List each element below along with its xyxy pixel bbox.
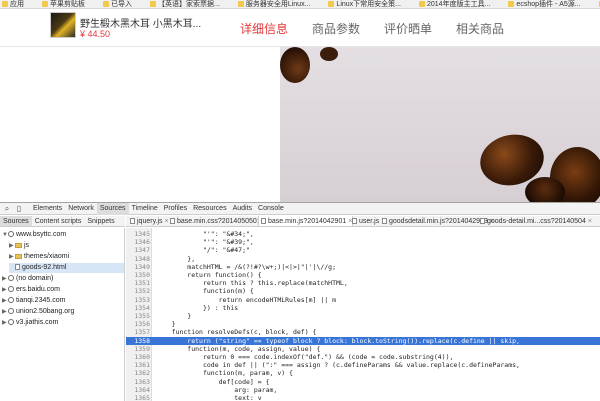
device-icon[interactable]: ▯ — [15, 205, 23, 213]
devtools-tab-timeline[interactable]: Timeline — [129, 203, 161, 215]
navigator-tabs: Sources Content scripts Snippets — [0, 216, 125, 227]
bookmark-item[interactable]: ecshop插件 - A5源... — [506, 0, 580, 8]
tab-params[interactable]: 商品参数 — [302, 9, 370, 47]
file-tab[interactable]: goods-detail.mi...css?20140504 × — [478, 216, 592, 226]
bookmark-item[interactable]: ecshop改 — [597, 0, 600, 8]
devtools-tab-audits[interactable]: Audits — [230, 203, 255, 215]
globe-icon — [8, 319, 14, 325]
search-icon[interactable]: ⌕ — [3, 205, 11, 213]
devtools-panel-tabs: Elements Network Sources Timeline Profiles Re… — [30, 203, 287, 215]
tab-reviews[interactable]: 评价晒单 — [374, 9, 442, 47]
file-tab[interactable]: base.min.css?2014050501× — [168, 216, 267, 226]
bookmarks-bar: 应用 苹果剪贴板 已导入 【英语】家索票据... 服务器安全用Linux... Linux… — [0, 0, 600, 9]
bookmark-item[interactable]: 【英语】家索票据... — [148, 0, 220, 8]
file-tab-label: base.min.css?2014050501 — [177, 218, 261, 225]
collapse-icon[interactable]: ▶ — [2, 285, 8, 295]
expand-icon[interactable]: ▼ — [2, 230, 8, 240]
devtools-toolbar: ⌕ ▯ Elements Network Sources Timeline Profil… — [0, 203, 600, 215]
tree-item-label: js — [24, 242, 30, 249]
tree-item-label: (no domain) — [16, 275, 54, 282]
page-content-left — [0, 47, 280, 202]
bookmark-item[interactable]: Linux下常用安全策... — [326, 0, 401, 8]
collapse-icon[interactable]: ▶ — [2, 296, 8, 306]
devtools-tab-profiles[interactable]: Profiles — [161, 203, 190, 215]
product-tabs: 详细信息 商品参数 评价晒单 相关商品 — [230, 9, 518, 47]
open-file-tabs: jquery.js×base.min.css?2014050501×base.m… — [126, 216, 600, 227]
file-icon — [480, 218, 485, 224]
tree-item-label: ers.baidu.com — [16, 286, 60, 293]
file-icon — [130, 218, 135, 224]
file-icon — [382, 218, 387, 224]
tree-item-label: www.bsyttc.com — [16, 231, 67, 238]
file-tab[interactable]: jquery.js × — [128, 216, 169, 226]
tree-item[interactable]: goods-92.html — [9, 263, 124, 273]
tree-item-label: union2.50bang.org — [16, 308, 75, 315]
globe-icon — [8, 308, 14, 314]
tree-item[interactable]: ▶ union2.50bang.org — [2, 307, 74, 317]
tree-item[interactable]: ▼ www.bsyttc.com — [2, 230, 66, 240]
folder-icon — [15, 243, 22, 248]
devtools-tab-console[interactable]: Console — [255, 203, 287, 215]
collapse-icon[interactable]: ▶ — [2, 318, 8, 328]
tree-item[interactable]: ▶ (no domain) — [2, 274, 53, 284]
navigator-tab-snippets[interactable]: Snippets — [84, 216, 117, 226]
tree-item[interactable]: ▶ ers.baidu.com — [2, 285, 60, 295]
collapse-icon[interactable]: ▶ — [2, 274, 8, 284]
bookmark-item[interactable]: 苹果剪贴板 — [40, 0, 85, 8]
tree-item-label: v3.jiathis.com — [16, 319, 59, 326]
file-icon — [261, 218, 266, 224]
globe-icon — [8, 275, 14, 281]
bookmark-item[interactable]: 已导入 — [101, 0, 132, 8]
devtools-panel: ⌕ ▯ Elements Network Sources Timeline Profil… — [0, 202, 600, 401]
folder-icon — [15, 254, 22, 259]
devtools-tab-elements[interactable]: Elements — [30, 203, 65, 215]
devtools-tab-network[interactable]: Network — [65, 203, 97, 215]
tab-details[interactable]: 详细信息 — [230, 9, 298, 47]
globe-icon — [8, 231, 14, 237]
bookmark-item[interactable]: 应用 — [0, 0, 24, 8]
file-icon — [15, 264, 20, 270]
file-tab[interactable]: base.min.js?20140429​01 × — [258, 216, 354, 226]
bookmark-item[interactable]: 服务器安全用Linux... — [236, 0, 311, 8]
product-photo-shard — [280, 47, 310, 83]
tree-item[interactable]: ▶ tianqi.2345.com — [2, 296, 65, 306]
devtools-tab-resources[interactable]: Resources — [190, 203, 229, 215]
collapse-icon[interactable]: ▶ — [2, 307, 8, 317]
tree-item-label: themes/xiaomi — [24, 253, 70, 260]
product-photo-shard — [320, 47, 338, 61]
code-editor[interactable]: 1345 "'": "&#34;", 1346 "'": "&#39;", 1347… — [126, 228, 600, 401]
product-name[interactable]: 野生椴木黑木耳 小黑木耳... — [80, 15, 201, 30]
file-tab-label: base.min.js?20140429​01 — [268, 218, 347, 225]
globe-icon — [8, 297, 14, 303]
product-sticky-header: 野生椴木黑木耳 小黑木耳... ¥ 44.50 详细信息 商品参数 评价晒单 相… — [0, 9, 600, 47]
product-photo-shard — [525, 177, 565, 202]
product-photo — [280, 47, 600, 202]
tree-item-label: tianqi.2345.com — [16, 297, 66, 304]
close-icon[interactable]: × — [588, 218, 592, 225]
tab-related[interactable]: 相关商品 — [446, 9, 514, 47]
file-tab-label: jquery.js — [137, 218, 163, 225]
tree-item[interactable]: ▶ v3.jiathis.com — [2, 318, 58, 328]
product-price: ¥ 44.50 — [80, 29, 111, 39]
navigator-tab-sources[interactable]: Sources — [0, 216, 32, 226]
bookmark-item[interactable]: 2014年度版主工具... — [417, 0, 490, 8]
file-icon — [170, 218, 175, 224]
product-thumbnail[interactable] — [50, 12, 76, 38]
file-tab-label: goods-detail.mi...css?20140504 — [487, 218, 586, 225]
tree-item-label: goods-92.html — [22, 264, 67, 271]
file-tree: ▼ www.bsyttc.com ▶ js ▶ themes/xiaomi goods-92… — [0, 228, 125, 401]
tree-item[interactable]: ▶ js — [9, 241, 29, 251]
file-tab[interactable]: goodsdetail.min.js?2014042903 × — [380, 216, 494, 226]
file-tab-label: goodsdetail.min.js?2014042903 — [389, 218, 488, 225]
navigator-tab-content-scripts[interactable]: Content scripts — [32, 216, 85, 226]
devtools-tab-sources[interactable]: Sources — [96, 203, 129, 215]
file-tab-label: user.js — [359, 218, 380, 225]
tree-item[interactable]: ▶ themes/xiaomi — [9, 252, 69, 262]
globe-icon — [8, 286, 14, 292]
file-icon — [352, 218, 357, 224]
